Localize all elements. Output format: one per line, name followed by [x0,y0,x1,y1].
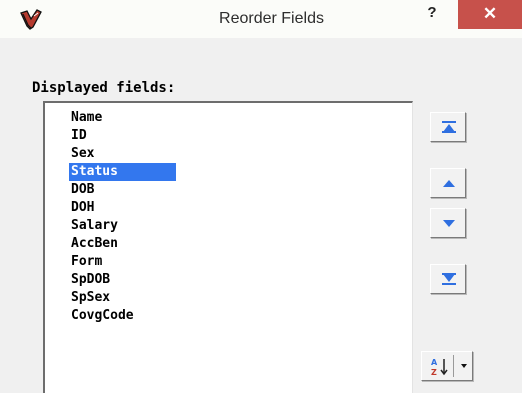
close-icon: ✕ [482,4,498,23]
move-up-icon [443,180,455,187]
svg-text:A: A [431,358,438,367]
move-to-bottom-button[interactable] [430,264,466,294]
move-down-button[interactable] [430,208,466,238]
close-button[interactable]: ✕ [458,0,522,29]
move-down-icon [443,220,455,227]
list-item[interactable]: CovgCode [69,307,136,325]
list-item[interactable]: Form [69,253,104,271]
move-up-button[interactable] [430,168,466,198]
move-to-top-icon [442,121,456,133]
move-to-top-button[interactable] [430,112,466,142]
displayed-fields-list[interactable]: Name ID Sex Status DOB DOH Salary AccBen… [43,101,413,393]
move-to-bottom-icon [442,273,456,285]
list-item[interactable]: SpDOB [69,271,112,289]
title-bar[interactable]: Reorder Fields ? ✕ [0,0,527,38]
list-item[interactable]: ID [69,127,89,145]
list-item[interactable]: DOH [69,199,96,217]
list-item[interactable]: AccBen [69,235,120,253]
reorder-fields-dialog: Reorder Fields ? ✕ Displayed fields: Nam… [0,0,527,393]
list-item[interactable]: SpSex [69,289,112,307]
chevron-down-icon[interactable] [459,362,469,370]
displayed-fields-label: Displayed fields: [32,80,176,96]
list-item[interactable]: Salary [69,217,120,235]
sort-button-divider [453,355,454,377]
help-button[interactable]: ? [409,0,455,29]
sort-az-icon: A Z [431,358,448,377]
list-item-selected[interactable]: Status [69,163,176,181]
list-item[interactable]: DOB [69,181,96,199]
svg-text:Z: Z [431,368,437,377]
list-item[interactable]: Sex [69,145,96,163]
window-edge [522,0,527,393]
list-item[interactable]: Name [69,109,104,127]
